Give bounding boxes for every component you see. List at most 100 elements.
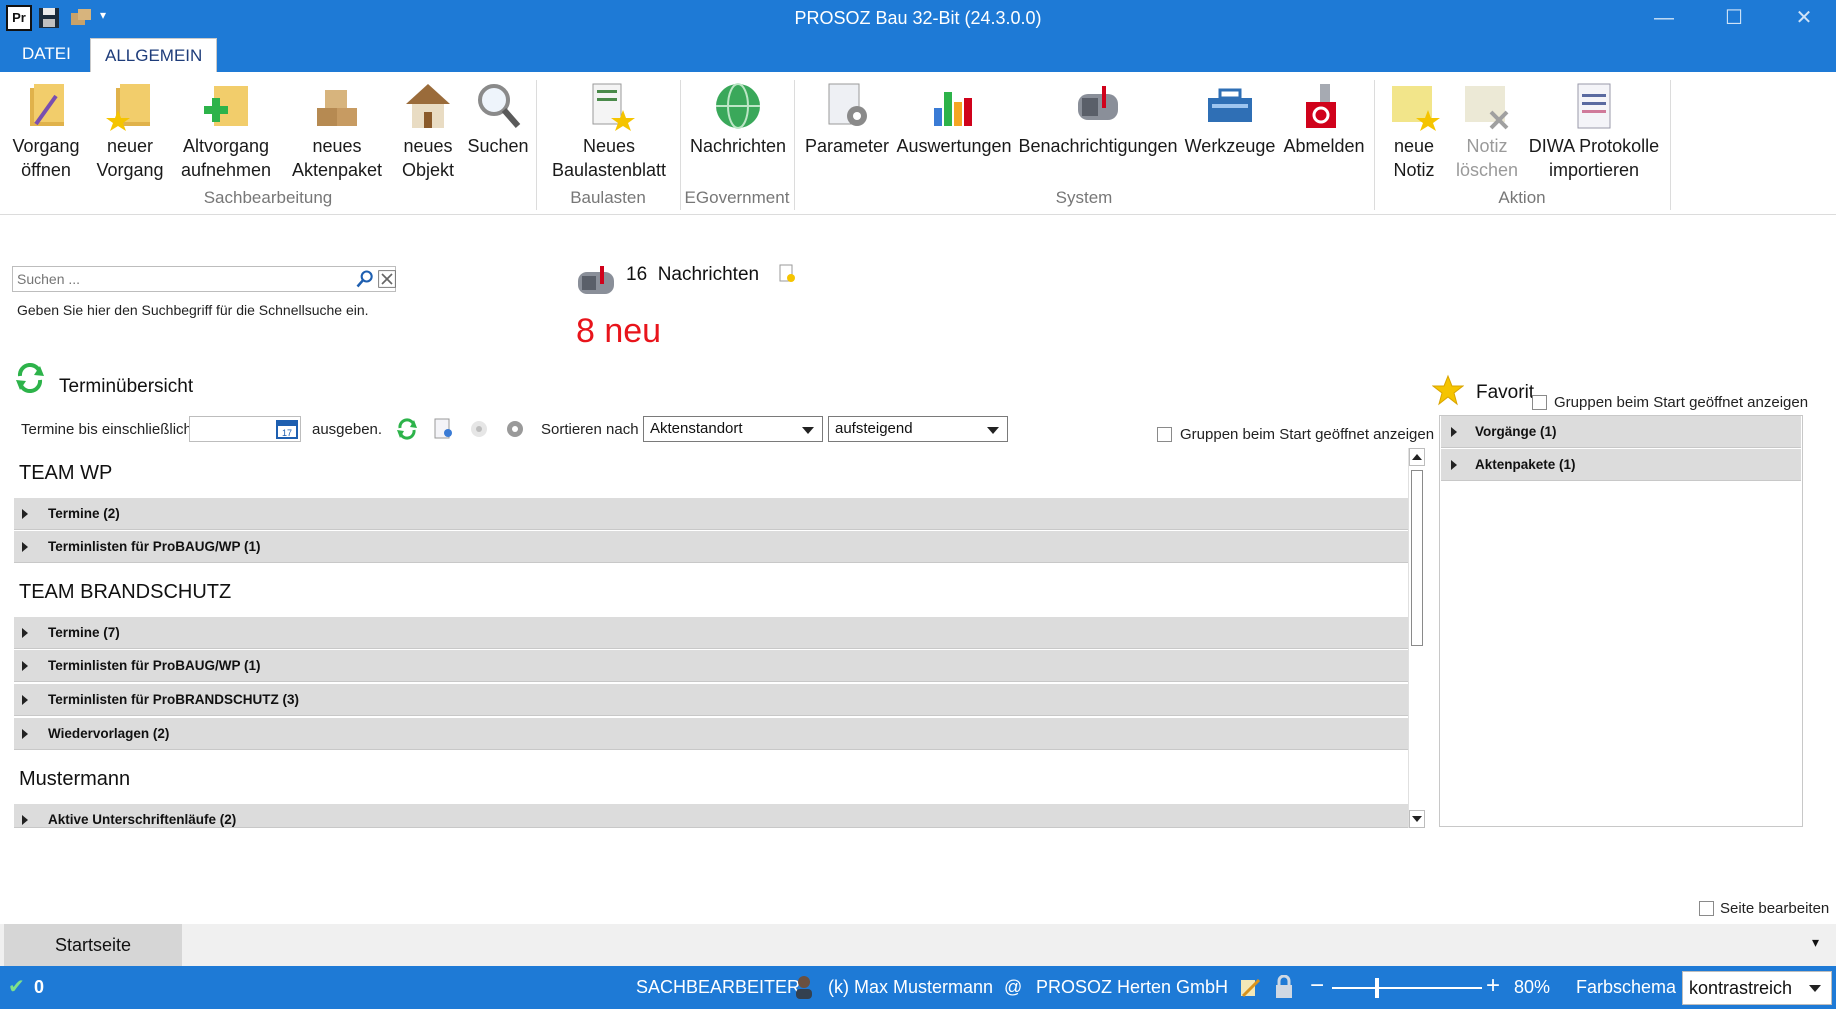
chevron-down-icon [1412, 816, 1422, 822]
export-document-icon[interactable] [432, 418, 454, 440]
gear-icon[interactable] [504, 418, 526, 440]
at-sign: @ [1004, 977, 1023, 997]
vorgang-oeffnen-button[interactable]: Vorgang öffnen [6, 80, 86, 182]
user-name: (k) Max Mustermann [828, 977, 994, 997]
open-groups-checkbox[interactable] [1157, 427, 1172, 442]
key-logout-icon [1306, 84, 1336, 128]
clear-icon[interactable] [377, 269, 397, 289]
tab-startseite[interactable]: Startseite [4, 924, 182, 966]
new-messages-count[interactable]: 8 neu [576, 312, 661, 351]
import-document-icon [1577, 83, 1611, 129]
sort-field-select[interactable]: Aktenstandort [643, 416, 823, 442]
fav-open-groups-label: Gruppen beim Start geöffnet anzeigen [1554, 394, 1809, 411]
filter-disabled-icon[interactable] [468, 418, 490, 440]
notiz-loeschen-button[interactable]: Notiz löschen [1452, 80, 1522, 182]
table-row[interactable]: Termine (2) [14, 498, 1408, 530]
mailbox-icon[interactable] [576, 262, 616, 298]
termin-scrollbar[interactable] [1408, 448, 1425, 828]
color-scheme-label: Farbschema [1576, 977, 1677, 997]
check-count: 0 [34, 977, 45, 997]
status-bar: ✔ 0 SACHBEARBEITER: (k) Max Mustermann @… [0, 966, 1836, 1009]
zoom-slider[interactable] [1332, 987, 1482, 989]
altvorgang-aufnehmen-button[interactable]: Altvorgang aufnehmen [176, 80, 276, 182]
table-row[interactable]: Wiedervorlagen (2) [14, 718, 1408, 750]
tab-overflow-icon[interactable]: ▾ [1812, 934, 1819, 951]
neues-baulastenblatt-button[interactable]: Neues Baulastenblatt [546, 80, 672, 182]
sort-order-select[interactable]: aufsteigend [828, 416, 1008, 442]
calendar-icon[interactable]: 17 [276, 419, 298, 439]
page-tab-bar: Startseite ▾ [0, 924, 1836, 966]
neues-objekt-button[interactable]: neues Objekt [398, 80, 458, 182]
parameter-button[interactable]: Parameter [802, 80, 892, 158]
table-row[interactable]: Terminlisten für ProBRANDSCHUTZ (3) [14, 684, 1408, 716]
zoom-in-button[interactable]: + [1486, 972, 1500, 1000]
page-edit-checkbox[interactable] [1699, 901, 1714, 916]
group-title-mustermann: Mustermann [19, 768, 131, 790]
close-icon[interactable]: ✕ [1784, 4, 1824, 32]
note-delete-icon [1465, 86, 1509, 130]
tab-datei[interactable]: DATEI [8, 36, 85, 72]
scroll-up-button[interactable] [1409, 448, 1425, 466]
refresh-icon[interactable] [14, 362, 46, 394]
group-label-baulasten: Baulasten [570, 188, 646, 207]
table-row[interactable]: Terminlisten für ProBAUG/WP (1) [14, 650, 1408, 682]
zoom-slider-thumb[interactable] [1375, 978, 1379, 998]
new-document-icon[interactable] [778, 264, 796, 284]
diwa-protokolle-importieren-button[interactable]: DIWA Protokolle importieren [1526, 80, 1662, 182]
group-title-team-brandschutz: TEAM BRANDSCHUTZ [19, 581, 232, 603]
nachrichten-button[interactable]: Nachrichten [688, 80, 788, 158]
maximize-icon[interactable]: ☐ [1714, 4, 1754, 32]
quick-search-input[interactable] [13, 267, 343, 291]
tab-allgemein[interactable]: ALLGEMEIN [90, 38, 218, 72]
list-item[interactable]: Aktenpakete (1) [1441, 449, 1801, 481]
favorites-title: Favorit [1476, 382, 1535, 403]
bar-chart-icon [934, 92, 972, 126]
suchen-button[interactable]: Suchen [466, 80, 530, 158]
search-icon[interactable] [355, 269, 375, 289]
messages-count[interactable]: 16 Nachrichten [626, 264, 759, 286]
expand-arrow-icon [1451, 460, 1457, 470]
auswertungen-button[interactable]: Auswertungen [894, 80, 1014, 158]
chevron-down-icon [802, 427, 814, 434]
list-item[interactable]: Vorgänge (1) [1441, 416, 1801, 448]
sort-label: Sortieren nach [541, 421, 639, 438]
group-label-aktion: Aktion [1498, 188, 1546, 207]
group-label-egovernment: EGovernment [684, 188, 790, 207]
check-icon[interactable]: ✔ [8, 974, 25, 999]
table-row[interactable]: Aktive Unterschriftenläufe (2) [14, 804, 1408, 828]
quick-search-box [12, 266, 396, 292]
color-scheme-value: kontrastreich [1689, 978, 1793, 998]
pencil-icon[interactable] [1238, 976, 1262, 1000]
werkzeuge-button[interactable]: Werkzeuge [1182, 80, 1278, 158]
refresh-small-icon[interactable] [396, 418, 418, 440]
group-title-team-wp: TEAM WP [19, 462, 113, 484]
svg-text:17: 17 [282, 428, 292, 438]
messages-label: Nachrichten [657, 264, 760, 285]
table-row[interactable]: Termine (7) [14, 617, 1408, 649]
color-scheme-select[interactable]: kontrastreich [1682, 971, 1832, 1005]
magnifier-icon [478, 84, 521, 128]
favorites-panel: Vorgänge (1) Aktenpakete (1) [1439, 415, 1803, 827]
expand-arrow-icon [22, 815, 28, 825]
fav-open-groups-checkbox[interactable] [1532, 395, 1547, 410]
quick-search-hint: Geben Sie hier den Suchbegriff für die S… [17, 302, 369, 318]
table-row[interactable]: Terminlisten für ProBAUG/WP (1) [14, 531, 1408, 563]
ribbon-tab-bar: DATEI ALLGEMEIN ? ⌄ [0, 36, 1836, 103]
zoom-out-button[interactable]: − [1310, 972, 1324, 1000]
abmelden-button[interactable]: Abmelden [1280, 80, 1368, 158]
window-title: PROSOZ Bau 32-Bit (24.3.0.0) [794, 8, 1042, 28]
expand-arrow-icon [22, 628, 28, 638]
neuer-vorgang-button[interactable]: neuer Vorgang [92, 80, 168, 182]
minimize-icon[interactable]: — [1644, 4, 1684, 32]
scroll-down-button[interactable] [1409, 810, 1425, 828]
scroll-thumb[interactable] [1411, 470, 1423, 646]
organization-name: PROSOZ Herten GmbH [1036, 977, 1229, 997]
user-icon [796, 976, 812, 999]
neues-aktenpaket-button[interactable]: neues Aktenpaket [288, 80, 386, 182]
globe-icon [716, 83, 760, 129]
neue-notiz-button[interactable]: neue Notiz [1382, 80, 1446, 182]
lock-icon[interactable] [1274, 975, 1294, 999]
mailbox-icon [1078, 86, 1118, 120]
termine-date-input[interactable]: 17 [189, 416, 301, 442]
benachrichtigungen-button[interactable]: Benachrichtigungen [1018, 80, 1178, 158]
